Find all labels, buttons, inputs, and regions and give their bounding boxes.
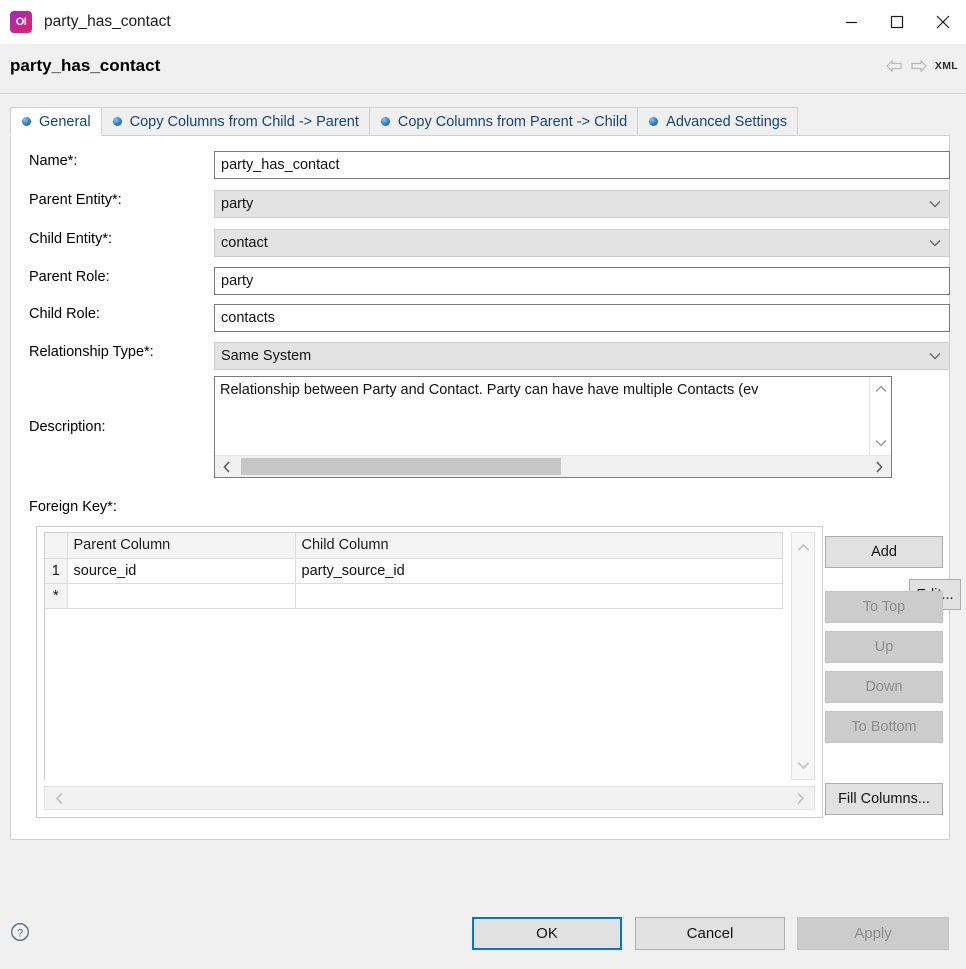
foreign-key-table-scroll-area: Parent Column Child Column 1 source_id p… (44, 532, 783, 780)
ok-button[interactable]: OK (472, 917, 622, 950)
child-entity-dropdown[interactable]: contact (214, 229, 950, 257)
scroll-left-icon[interactable] (48, 787, 70, 809)
general-tab-panel: Name*: party_has_contact Parent Entity*:… (10, 135, 950, 840)
child-role-input[interactable]: contacts (214, 304, 950, 332)
row-header-corner (45, 533, 67, 558)
name-input[interactable]: party_has_contact (214, 151, 950, 179)
tab-copy-columns-child-parent-label: Copy Columns from Child -> Parent (130, 114, 359, 130)
child-entity-value: contact (221, 235, 268, 251)
chevron-down-icon (929, 196, 941, 212)
tab-general[interactable]: General (10, 107, 102, 136)
foreign-key-table: Parent Column Child Column 1 source_id p… (45, 533, 783, 609)
tab-dot-icon (381, 117, 390, 126)
child-role-label: Child Role: (29, 306, 100, 322)
tab-copy-columns-parent-child-label: Copy Columns from Parent -> Child (398, 114, 627, 130)
fk-fill-columns-button[interactable]: Fill Columns... (825, 783, 943, 815)
table-row[interactable]: 1 source_id party_source_id (45, 558, 783, 583)
app-icon: OI (10, 11, 32, 33)
apply-button[interactable]: Apply (797, 917, 949, 950)
xml-link[interactable]: XML (935, 60, 958, 72)
scroll-up-icon[interactable] (792, 536, 814, 558)
window-title: party_has_contact (44, 13, 171, 31)
scroll-left-icon[interactable] (217, 456, 237, 477)
description-label-row: Description: (29, 419, 106, 435)
parent-role-label-row: Parent Role: (29, 269, 110, 285)
tab-advanced-settings[interactable]: Advanced Settings (638, 107, 798, 136)
window-controls (828, 0, 966, 44)
column-header-child-column[interactable]: Child Column (295, 533, 783, 558)
header-tools: XML (885, 59, 958, 73)
name-label-row: Name*: (29, 153, 77, 169)
new-row-marker: * (45, 583, 67, 608)
tab-bar: General Copy Columns from Child -> Paren… (10, 107, 950, 136)
description-label: Description: (29, 419, 106, 435)
fk-add-button[interactable]: Add (825, 536, 943, 568)
cancel-button[interactable]: Cancel (635, 917, 785, 950)
scroll-up-icon[interactable] (870, 379, 892, 399)
window-title-bar: OI party_has_contact (0, 0, 966, 44)
page-title: party_has_contact (10, 56, 160, 76)
description-value: Relationship between Party and Contact. … (220, 382, 867, 398)
tab-copy-columns-parent-child[interactable]: Copy Columns from Parent -> Child (370, 107, 638, 136)
foreign-key-label-row: Foreign Key*: (29, 499, 117, 515)
fk-to-top-button[interactable]: To Top (825, 591, 943, 623)
foreign-key-vertical-scrollbar[interactable] (791, 532, 815, 780)
scroll-right-icon[interactable] (789, 787, 811, 809)
child-role-label-row: Child Role: (29, 306, 100, 322)
chevron-down-icon (929, 348, 941, 364)
fk-down-button[interactable]: Down (825, 671, 943, 703)
child-entity-label: Child Entity*: (29, 231, 112, 247)
tab-general-label: General (39, 114, 91, 130)
fk-to-bottom-button[interactable]: To Bottom (825, 711, 943, 743)
cell-child-column[interactable]: party_source_id (295, 558, 783, 583)
scroll-right-icon[interactable] (869, 456, 889, 477)
minimize-icon[interactable] (828, 0, 874, 44)
forward-arrow-icon[interactable] (910, 59, 928, 73)
column-header-parent-column[interactable]: Parent Column (67, 533, 295, 558)
child-entity-label-row: Child Entity*: (29, 231, 112, 247)
back-arrow-icon[interactable] (885, 59, 903, 73)
relationship-type-label-row: Relationship Type*: (29, 344, 154, 360)
dialog-footer: OK Cancel Apply (0, 915, 966, 969)
foreign-key-horizontal-scrollbar[interactable] (44, 786, 815, 810)
dialog-header: party_has_contact XML (0, 44, 966, 94)
close-icon[interactable] (920, 0, 966, 44)
row-number: 1 (45, 558, 67, 583)
name-label: Name*: (29, 153, 77, 169)
relationship-type-label: Relationship Type*: (29, 344, 154, 360)
cell-child-column[interactable] (295, 583, 783, 608)
parent-role-input[interactable]: party (214, 267, 950, 295)
tab-dot-icon (649, 117, 658, 126)
table-header-row: Parent Column Child Column (45, 533, 783, 558)
fk-up-button[interactable]: Up (825, 631, 943, 663)
description-vertical-scrollbar[interactable] (869, 377, 891, 455)
tab-dot-icon (22, 117, 31, 126)
maximize-icon[interactable] (874, 0, 920, 44)
parent-entity-label-row: Parent Entity*: (29, 192, 122, 208)
cell-parent-column[interactable] (67, 583, 295, 608)
foreign-key-label: Foreign Key*: (29, 499, 117, 515)
parent-entity-label: Parent Entity*: (29, 192, 122, 208)
parent-entity-dropdown[interactable]: party (214, 190, 950, 218)
scroll-down-icon[interactable] (792, 754, 814, 776)
cell-parent-column[interactable]: source_id (67, 558, 295, 583)
table-row[interactable]: * (45, 583, 783, 608)
parent-entity-value: party (221, 196, 253, 212)
tab-copy-columns-child-parent[interactable]: Copy Columns from Child -> Parent (102, 107, 370, 136)
description-textarea[interactable]: Relationship between Party and Contact. … (214, 376, 892, 478)
relationship-type-value: Same System (221, 348, 311, 364)
description-horizontal-scrollbar[interactable] (215, 455, 891, 477)
tab-dot-icon (113, 117, 122, 126)
parent-role-label: Parent Role: (29, 269, 110, 285)
scroll-down-icon[interactable] (870, 433, 892, 453)
tab-advanced-settings-label: Advanced Settings (666, 114, 787, 130)
scrollbar-thumb[interactable] (241, 458, 561, 475)
relationship-type-dropdown[interactable]: Same System (214, 342, 950, 370)
chevron-down-icon (929, 235, 941, 251)
foreign-key-table-container: Parent Column Child Column 1 source_id p… (36, 526, 823, 818)
